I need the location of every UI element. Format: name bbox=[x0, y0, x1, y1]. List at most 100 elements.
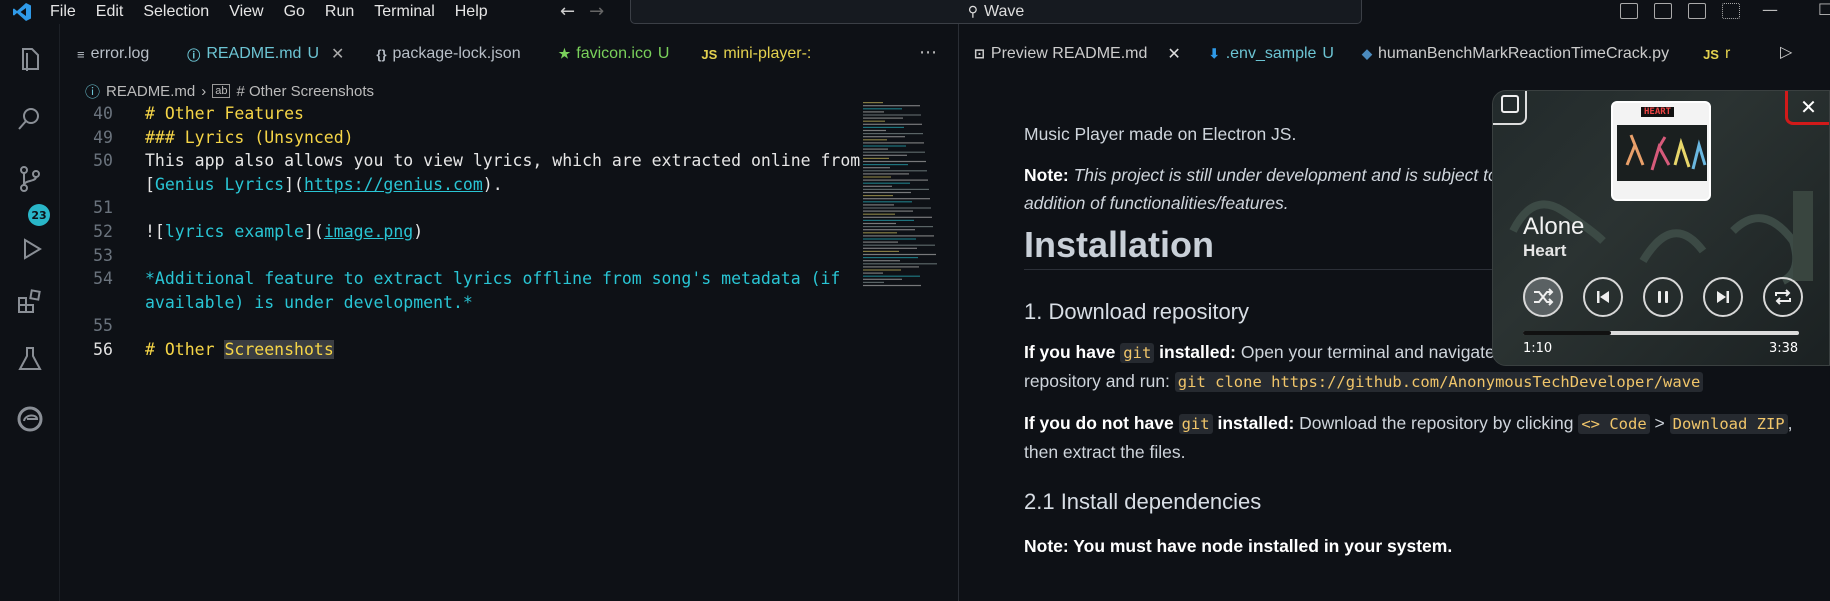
menu-item-go[interactable]: Go bbox=[284, 2, 305, 22]
preview-tab-0[interactable]: ⊡ Preview README.md ✕ bbox=[960, 24, 1195, 84]
next-button[interactable] bbox=[1703, 277, 1743, 317]
js-file-icon: JS bbox=[1703, 46, 1719, 62]
tab-status: U bbox=[1322, 45, 1334, 62]
repeat-button[interactable] bbox=[1763, 277, 1803, 317]
line-text: ![lyrics example](image.png) bbox=[145, 221, 424, 241]
testing-flask-icon[interactable] bbox=[15, 344, 45, 374]
bracket: [ bbox=[145, 174, 155, 194]
layout-controls bbox=[1620, 0, 1740, 22]
command-center-search[interactable]: ⚲ Wave bbox=[630, 0, 1362, 24]
minimap-line bbox=[863, 244, 935, 246]
maximize-icon[interactable]: ☐ bbox=[1818, 0, 1830, 19]
menu-item-run[interactable]: Run bbox=[325, 2, 354, 22]
toggle-primary-sidebar-icon[interactable] bbox=[1620, 3, 1638, 19]
line-number: 50 bbox=[93, 151, 113, 171]
minimap-line bbox=[863, 164, 908, 166]
line-text: # Other Features bbox=[145, 104, 304, 123]
tab-label: README.md bbox=[206, 45, 302, 62]
minimize-icon[interactable]: — bbox=[1762, 0, 1778, 19]
extensions-icon[interactable] bbox=[15, 286, 45, 316]
minimap-line bbox=[863, 176, 891, 178]
minimap-line bbox=[863, 170, 927, 172]
window-controls: — ☐ bbox=[1762, 0, 1830, 19]
preview-tab-1[interactable]: ⬇ .env_sample U bbox=[1195, 24, 1348, 84]
preview-icon: ⊡ bbox=[974, 46, 985, 61]
preview-tab-2[interactable]: ◆ humanBenchMarkReactionTimeCrack.py bbox=[1348, 24, 1689, 84]
menu-item-view[interactable]: View bbox=[229, 2, 263, 22]
edge-browser-icon[interactable] bbox=[15, 404, 45, 434]
editor-tab-4[interactable]: JS mini-player-: bbox=[685, 24, 833, 84]
pause-button[interactable] bbox=[1643, 277, 1683, 317]
minimap-line bbox=[863, 111, 884, 113]
editor-tab-bar: ≡ error.log ⓘ README.md U ✕ {} package-lock.jso… bbox=[61, 24, 959, 84]
editor-split-divider[interactable] bbox=[958, 24, 959, 601]
forward-arrow-icon[interactable]: → bbox=[589, 1, 604, 22]
song-artist: Heart bbox=[1523, 241, 1567, 260]
source-control-icon[interactable] bbox=[15, 164, 45, 194]
breadcrumb-section-icon: ab bbox=[212, 84, 231, 98]
preview-tab-3[interactable]: JS r bbox=[1689, 24, 1750, 84]
close-tab-icon[interactable]: ✕ bbox=[331, 44, 344, 64]
menu-item-selection[interactable]: Selection bbox=[143, 2, 209, 22]
miniplayer-toggle-button[interactable] bbox=[1493, 91, 1527, 125]
toggle-panel-icon[interactable] bbox=[1654, 3, 1672, 19]
album-art: HEART bbox=[1611, 101, 1711, 201]
minimap-line bbox=[863, 266, 919, 268]
menu-item-edit[interactable]: Edit bbox=[96, 2, 124, 22]
minimap-line bbox=[863, 222, 896, 225]
toggle-secondary-sidebar-icon[interactable] bbox=[1688, 3, 1706, 19]
breadcrumb: ⓘ README.md › ab # Other Screenshots bbox=[85, 80, 374, 102]
tab-label: Preview README.md bbox=[990, 45, 1148, 62]
minimap-line bbox=[863, 151, 925, 153]
line-text: *Additional feature to extract lyrics of… bbox=[145, 269, 841, 289]
editor-tab-1[interactable]: ⓘ README.md U ✕ bbox=[171, 24, 360, 84]
minimap-line bbox=[863, 226, 933, 228]
skip-previous-icon bbox=[1597, 291, 1609, 303]
album-art-logo: HEART bbox=[1641, 107, 1675, 117]
run-icon[interactable]: ▷ bbox=[1780, 42, 1792, 61]
minimap-line bbox=[863, 145, 906, 147]
file-type-icon: ⓘ bbox=[187, 47, 201, 63]
link-url[interactable]: https://genius.com bbox=[304, 175, 483, 194]
shuffle-button[interactable] bbox=[1523, 277, 1563, 317]
more-actions-icon[interactable]: ⋯ bbox=[919, 42, 937, 63]
minimap[interactable] bbox=[863, 102, 943, 292]
line-number: 54 bbox=[93, 269, 113, 289]
seek-bar[interactable] bbox=[1523, 331, 1799, 335]
minimap-line bbox=[863, 148, 888, 150]
minimap-line bbox=[863, 247, 917, 249]
explorer-icon[interactable] bbox=[15, 44, 45, 74]
editor-tab-0[interactable]: ≡ error.log bbox=[61, 24, 171, 84]
menu-item-help[interactable]: Help bbox=[455, 2, 488, 22]
close-tab-icon[interactable]: ✕ bbox=[1167, 44, 1180, 64]
file-type-icon: JS bbox=[701, 46, 718, 62]
search-text: Wave bbox=[983, 2, 1025, 20]
link-text: Genius Lyrics bbox=[154, 174, 285, 194]
line-text: This app also allows you to view lyrics,… bbox=[145, 151, 861, 171]
image-src[interactable]: image.png bbox=[324, 222, 413, 241]
editor-tab-2[interactable]: {} package-lock.json bbox=[360, 24, 542, 84]
run-debug-icon[interactable] bbox=[15, 234, 45, 264]
close-player-button[interactable]: ✕ bbox=[1785, 91, 1829, 125]
minimap-line bbox=[863, 275, 920, 277]
minimap-line bbox=[863, 188, 929, 190]
minimap-line bbox=[863, 269, 901, 271]
breadcrumb-file[interactable]: README.md bbox=[106, 83, 195, 100]
editor-tab-3[interactable]: ★ favicon.ico U bbox=[543, 24, 686, 84]
album-art-figures bbox=[1617, 125, 1707, 181]
minimap-line bbox=[863, 250, 899, 252]
window-mode-icon bbox=[1501, 95, 1519, 113]
customize-layout-icon[interactable] bbox=[1722, 3, 1740, 19]
doc-nogit-paragraph: If you do not have git installed: Downlo… bbox=[1024, 413, 1793, 462]
minimap-line bbox=[863, 123, 922, 125]
minimap-line bbox=[863, 133, 923, 135]
back-arrow-icon[interactable]: ← bbox=[560, 1, 575, 22]
menu-item-terminal[interactable]: Terminal bbox=[374, 2, 434, 22]
breadcrumb-section[interactable]: # Other Screenshots bbox=[236, 83, 374, 100]
menu-item-file[interactable]: File bbox=[50, 2, 76, 22]
close-icon: ✕ bbox=[1800, 94, 1817, 119]
search-icon[interactable] bbox=[15, 104, 45, 134]
previous-button[interactable] bbox=[1583, 277, 1623, 317]
breadcrumb-file-icon: ⓘ bbox=[85, 83, 101, 101]
mini-player-window[interactable]: ✕ HEART Alone Heart 1:10 3:38 bbox=[1492, 90, 1830, 366]
